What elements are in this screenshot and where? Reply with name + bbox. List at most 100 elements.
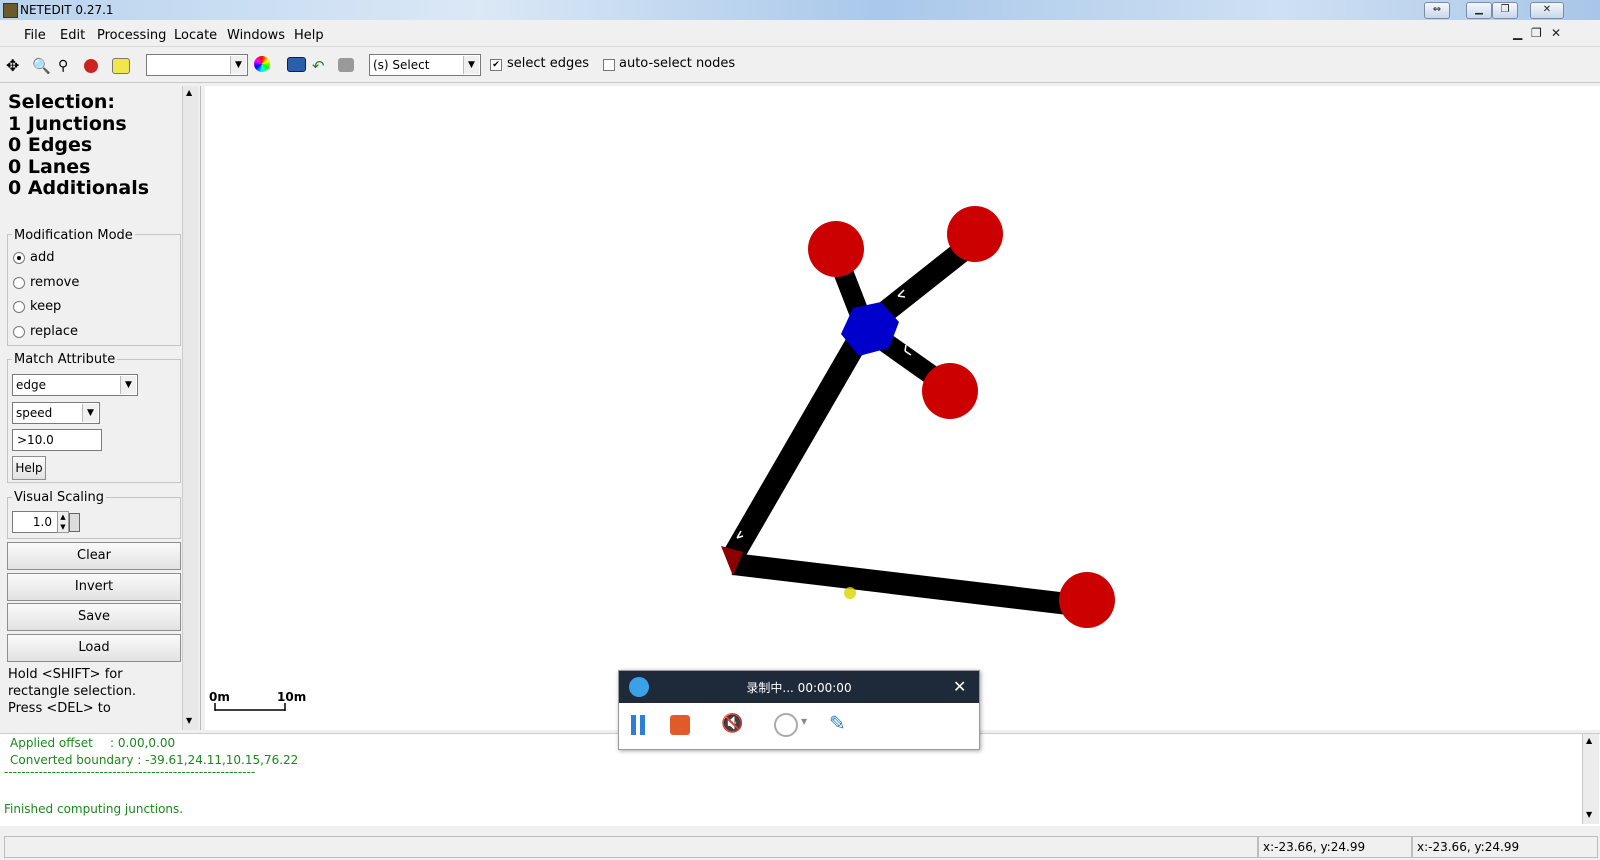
clear-button[interactable]: Clear [7, 542, 181, 570]
toolbar: ✥ 🔍 ⚲ ▼ ↶ (s) Select ▼ ✔ select edges au… [0, 48, 1600, 83]
webcam-icon[interactable] [774, 713, 798, 737]
recenter-view-icon[interactable]: ✥ [6, 57, 24, 75]
edit-mode-combo[interactable]: (s) Select ▼ [369, 54, 481, 76]
status-bar: x:-23.66, y:24.99 x:-23.66, y:24.99 [0, 832, 1600, 860]
mode-keep-radio[interactable] [13, 301, 25, 313]
pause-icon[interactable] [631, 715, 636, 735]
restore-arrows-button[interactable]: ⇔ [1424, 2, 1450, 19]
mouse-cursor-marker [844, 587, 856, 599]
select-edges-label: select edges [507, 56, 590, 71]
invert-button[interactable]: Invert [7, 573, 181, 601]
visual-scaling-input[interactable]: 1.0 [12, 511, 58, 533]
mode-add-radio[interactable] [13, 252, 25, 264]
attribute-combo[interactable]: speed ▼ [12, 402, 100, 424]
selection-panel: Selection: 1 Junctions 0 Edges 0 Lanes 0… [0, 86, 201, 730]
modification-mode-title: Modification Mode [12, 228, 135, 243]
menu-windows[interactable]: Windows [227, 28, 285, 43]
match-attribute-title: Match Attribute [12, 352, 118, 367]
visual-scaling-value: 1.0 [32, 515, 52, 529]
locate-edge-icon[interactable]: ⚲ [58, 57, 76, 75]
selection-junctions-count: 1 Junctions [8, 113, 127, 135]
scroll-up-arrow-icon[interactable]: ▲ [1586, 736, 1592, 745]
save-button[interactable]: Save [7, 603, 181, 631]
hint-line-3: Press <DEL> to [8, 701, 111, 716]
element-type-value: edge [16, 378, 46, 392]
selection-additionals-count: 0 Additionals [8, 177, 150, 199]
chevron-down-icon: ▼ [463, 56, 479, 74]
title-bar: NETEDIT 0.27.1 ⇔ ▁ ❐ ✕ [0, 0, 1600, 20]
mode-keep-label: keep [30, 299, 62, 314]
hint-line-1: Hold <SHIFT> for [8, 667, 123, 682]
menu-file[interactable]: File [24, 28, 46, 43]
menu-locate[interactable]: Locate [174, 28, 217, 43]
panel-scrollbar[interactable]: ▲ ▼ [182, 86, 198, 730]
recorder-header: 录制中... 00:00:00 ✕ [619, 671, 979, 703]
scroll-down-arrow-icon[interactable]: ▼ [1586, 810, 1592, 819]
menu-bar: File Edit Processing Locate Windows Help… [0, 22, 1600, 47]
match-expression-input[interactable]: >10.0 [12, 429, 102, 451]
locate-tls-icon[interactable] [84, 59, 98, 73]
pause-icon-bar [640, 715, 645, 735]
chevron-down-icon: ▼ [120, 376, 136, 394]
load-button[interactable]: Load [7, 634, 181, 662]
grid-icon[interactable] [338, 58, 354, 72]
window-title: NETEDIT 0.27.1 [20, 3, 114, 17]
tooltip-toggle-icon[interactable] [112, 58, 130, 74]
mute-icon[interactable]: 🔇 [721, 713, 743, 734]
mode-remove-radio[interactable] [13, 277, 25, 289]
pen-icon[interactable]: ✎ [829, 711, 846, 735]
network-view[interactable]: 0m 10m [205, 86, 1600, 730]
cursor-coordinates-2: x:-23.66, y:24.99 [1412, 836, 1598, 858]
close-icon[interactable]: ✕ [953, 677, 966, 696]
mdi-close-button[interactable]: ✕ [1551, 26, 1561, 40]
menu-processing[interactable]: Processing [97, 28, 166, 43]
scale-end-label: 10m [277, 690, 306, 704]
auto-select-nodes-checkbox[interactable] [603, 59, 615, 71]
stop-icon[interactable] [670, 715, 690, 735]
minimize-button[interactable]: ▁ [1466, 2, 1492, 19]
menu-edit[interactable]: Edit [60, 28, 85, 43]
offset-label: Applied offset [10, 736, 93, 750]
mode-replace-label: replace [30, 324, 79, 339]
mdi-restore-button[interactable]: ❐ [1531, 26, 1542, 40]
message-scrollbar[interactable]: ▲ ▼ [1582, 734, 1599, 824]
scheme-combo[interactable]: ▼ [146, 54, 248, 76]
auto-select-nodes-label: auto-select nodes [619, 56, 736, 71]
edit-mode-value: (s) Select [373, 58, 430, 72]
junction-node[interactable] [922, 363, 978, 419]
mode-add-label: add [30, 250, 55, 265]
locate-junction-icon[interactable]: 🔍 [32, 57, 51, 75]
netedit-app-icon [3, 3, 18, 18]
visual-scaling-slider[interactable] [69, 513, 80, 532]
selection-edges-count: 0 Edges [8, 134, 93, 156]
maximize-button[interactable]: ❐ [1492, 2, 1518, 19]
chevron-down-icon[interactable]: ▼ [801, 717, 807, 726]
network-canvas[interactable]: 0m 10m [205, 86, 1600, 730]
undo-icon[interactable]: ↶ [312, 57, 330, 75]
selection-lanes-count: 0 Lanes [8, 156, 91, 178]
visual-scaling-title: Visual Scaling [12, 490, 107, 505]
camera-icon[interactable] [287, 57, 306, 72]
scroll-down-arrow-icon[interactable]: ▼ [186, 716, 192, 725]
close-window-button[interactable]: ✕ [1530, 2, 1564, 19]
edge-segment[interactable] [731, 553, 1087, 617]
mdi-minimize-button[interactable]: ▁ [1513, 26, 1522, 40]
hint-line-2: rectangle selection. [8, 684, 137, 699]
junction-node[interactable] [808, 221, 864, 277]
menu-help[interactable]: Help [294, 28, 324, 43]
element-type-combo[interactable]: edge ▼ [12, 374, 138, 396]
edge-segment[interactable] [723, 322, 875, 562]
scroll-up-arrow-icon[interactable]: ▲ [186, 88, 192, 97]
junction-node[interactable] [1059, 572, 1115, 628]
cursor-coordinates-1: x:-23.66, y:24.99 [1258, 836, 1412, 858]
recorder-status: 录制中... 00:00:00 [746, 681, 852, 695]
scale-start-label: 0m [209, 690, 230, 704]
junction-node[interactable] [947, 206, 1003, 262]
help-button[interactable]: Help [12, 456, 46, 480]
mode-replace-radio[interactable] [13, 326, 25, 338]
separator-line: ----------------------------------------… [4, 765, 256, 779]
visual-scaling-spinner[interactable]: ▲ ▼ [57, 511, 69, 533]
select-edges-checkbox[interactable]: ✔ [490, 59, 502, 71]
color-wheel-icon[interactable] [254, 56, 270, 72]
match-expression-value: >10.0 [17, 433, 54, 447]
